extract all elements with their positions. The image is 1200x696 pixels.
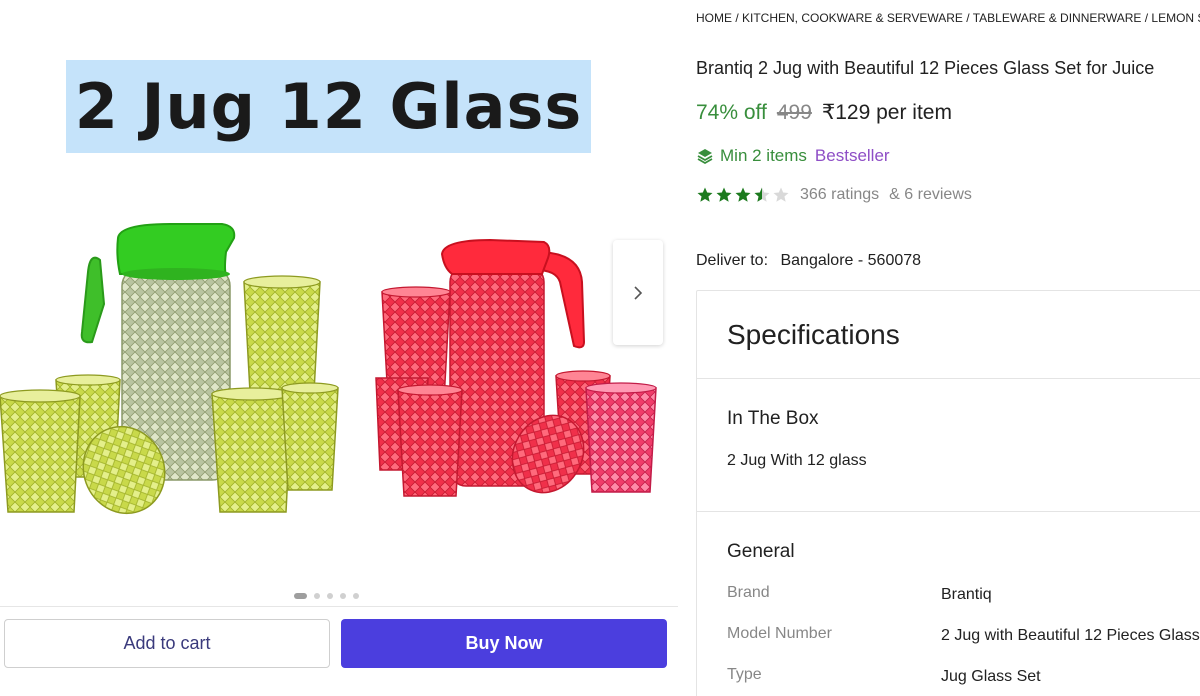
original-price: 499: [776, 101, 812, 124]
reviews-count: & 6 reviews: [889, 186, 972, 203]
divider: [697, 378, 1200, 379]
carousel-dot[interactable]: [314, 593, 320, 599]
add-to-cart-button[interactable]: Add to cart: [4, 619, 330, 668]
breadcrumb[interactable]: HOME / KITCHEN, COOKWARE & SERVEWARE / T…: [696, 11, 1200, 25]
spec-label-brand: Brand: [727, 584, 770, 601]
ratings-count: 366 ratings: [800, 186, 880, 203]
min-items-badge: Min 2 items: [696, 146, 807, 166]
in-the-box-value: 2 Jug With 12 glass: [727, 452, 867, 469]
rating-row[interactable]: 366 ratings & 6 reviews: [696, 186, 972, 204]
product-gallery: 2 Jug 12 Glass Add to cart Buy Now: [0, 0, 680, 696]
star-icon: [735, 187, 751, 202]
spec-value-brand: Brantiq: [941, 586, 992, 603]
action-bar: Add to cart Buy Now: [0, 606, 678, 696]
product-image[interactable]: [0, 212, 662, 522]
spec-label-model-number: Model Number: [727, 625, 832, 642]
bestseller-badge: Bestseller: [814, 146, 890, 165]
spec-value-model-number: 2 Jug with Beautiful 12 Pieces Glass Set: [941, 627, 1200, 644]
star-half-icon: [754, 187, 770, 202]
spec-value-type: Jug Glass Set: [941, 668, 1041, 685]
min-items-label: Min 2 items: [720, 146, 807, 165]
buy-now-button[interactable]: Buy Now: [341, 619, 667, 668]
divider: [697, 511, 1200, 512]
spec-label-type: Type: [727, 666, 762, 683]
in-the-box-heading: In The Box: [727, 408, 819, 429]
delivery-pincode: Bangalore - 560078: [780, 252, 922, 269]
carousel-dot[interactable]: [294, 593, 307, 599]
deliver-to-label: Deliver to:: [696, 252, 769, 269]
star-icon: [716, 187, 732, 202]
product-badges: Min 2 items Bestseller: [696, 146, 890, 166]
delivery-location[interactable]: Deliver to: Bangalore - 560078: [696, 252, 921, 270]
carousel-dot[interactable]: [327, 593, 333, 599]
product-details: HOME / KITCHEN, COOKWARE & SERVEWARE / T…: [696, 0, 1200, 696]
star-empty-icon: [773, 187, 789, 202]
star-icon: [697, 187, 713, 202]
specifications-card: Specifications In The Box 2 Jug With 12 …: [696, 290, 1200, 696]
product-banner: 2 Jug 12 Glass: [66, 60, 591, 153]
banner-text: 2 Jug 12 Glass: [74, 70, 583, 143]
product-title: Brantiq 2 Jug with Beautiful 12 Pieces G…: [696, 58, 1155, 78]
price-row: 74% off 499 ₹129 per item: [696, 100, 952, 125]
carousel-dots: [294, 593, 359, 599]
discount-percent: 74% off: [696, 101, 767, 124]
general-heading: General: [727, 541, 795, 562]
chevron-right-icon: [634, 285, 643, 300]
specifications-title: Specifications: [727, 319, 900, 350]
carousel-dot[interactable]: [340, 593, 346, 599]
rating-stars: [696, 186, 790, 204]
layers-icon: [697, 149, 713, 165]
carousel-dot[interactable]: [353, 593, 359, 599]
selling-price: ₹129 per item: [821, 101, 952, 124]
next-image-button[interactable]: [613, 240, 663, 345]
